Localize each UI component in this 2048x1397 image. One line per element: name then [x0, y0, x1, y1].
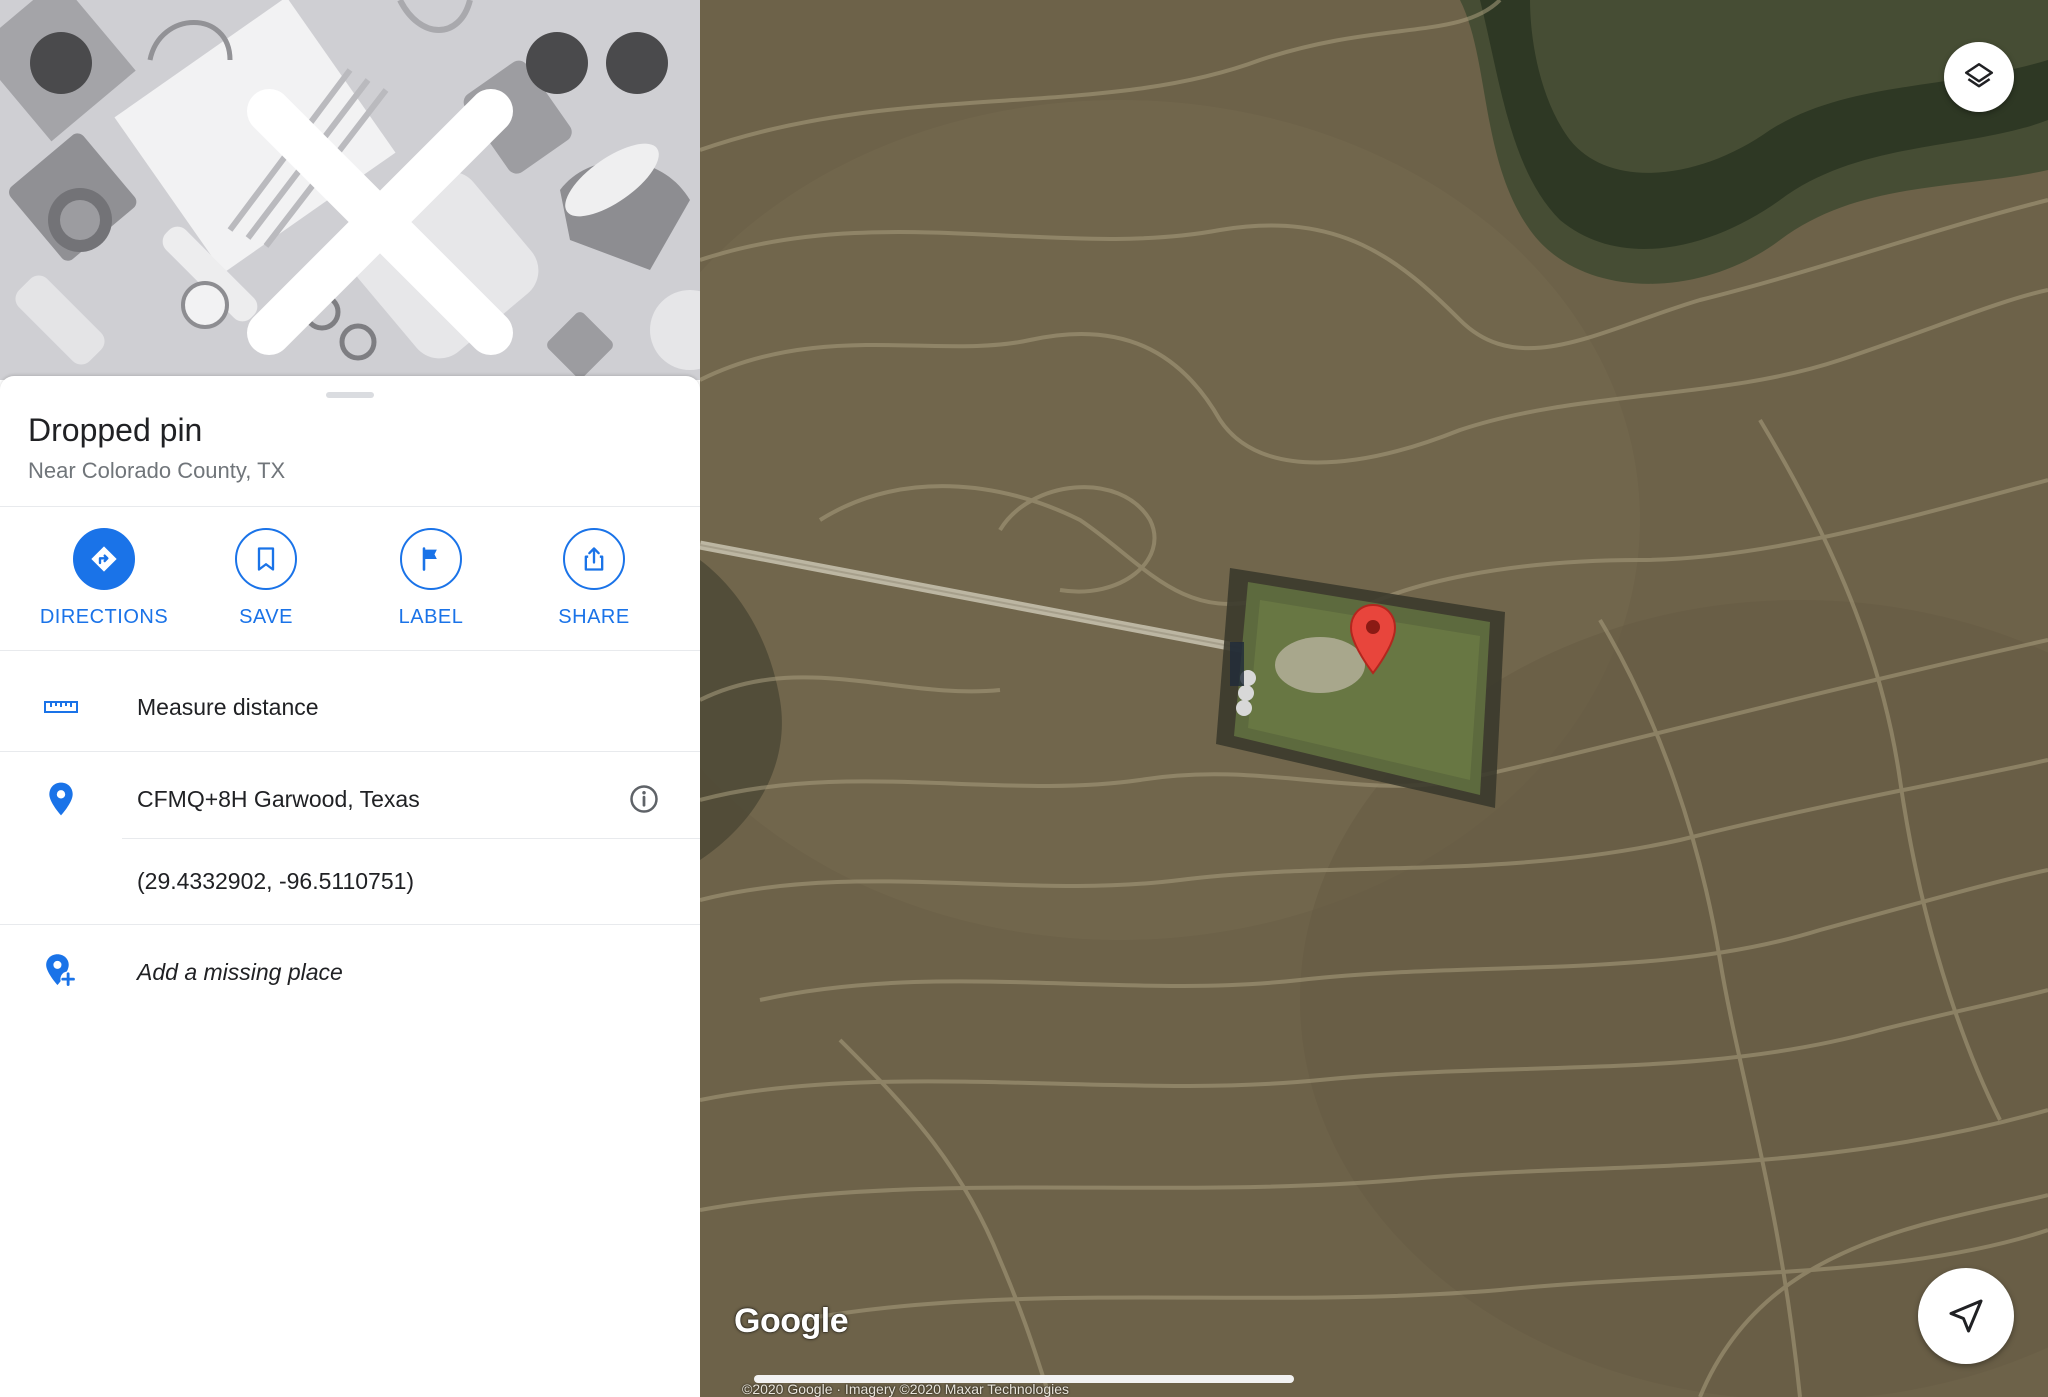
plus-code-row[interactable]: CFMQ+8H Garwood, Texas [0, 756, 700, 842]
divider [0, 924, 700, 925]
label-label: LABEL [398, 606, 464, 628]
hero-illustration [0, 0, 700, 380]
navigation-arrow-icon [1949, 1299, 1983, 1333]
home-indicator[interactable] [754, 1375, 1294, 1383]
satellite-map[interactable]: Google ©2020 Google · Imagery ©2020 Maxa… [700, 0, 2048, 1397]
label-button[interactable]: LABEL [356, 528, 506, 629]
coordinates-text[interactable]: (29.4332902, -96.5110751) [137, 868, 414, 895]
divider [0, 751, 700, 752]
add-missing-place-row[interactable]: Add a missing place [0, 929, 700, 1015]
hero-share-button[interactable] [526, 32, 588, 94]
divider [122, 838, 700, 839]
add-place-icon [46, 954, 76, 987]
drag-handle[interactable] [326, 392, 374, 398]
place-details-sheet: Dropped pin Near Colorado County, TX DIR… [0, 376, 700, 1397]
save-button[interactable]: SAVE [191, 528, 341, 629]
more-options-button[interactable] [606, 32, 668, 94]
dropped-pin-marker[interactable] [1349, 603, 1397, 675]
measure-distance-label: Measure distance [137, 693, 319, 720]
info-icon[interactable] [629, 784, 659, 814]
more-icon [606, 32, 700, 380]
directions-label: DIRECTIONS [39, 606, 169, 628]
directions-button[interactable]: DIRECTIONS [29, 528, 179, 629]
flag-icon [422, 547, 437, 571]
share-button[interactable]: SHARE [519, 528, 669, 629]
ruler-icon [44, 701, 78, 713]
share-icon [584, 547, 604, 571]
location-pin-icon [49, 782, 73, 816]
directions-icon [91, 546, 117, 572]
layers-icon [1964, 62, 1994, 88]
my-location-button[interactable] [1918, 1268, 2014, 1364]
place-subtitle: Near Colorado County, TX [28, 458, 286, 483]
measure-distance-row[interactable]: Measure distance [0, 664, 700, 750]
map-attribution: ©2020 Google · Imagery ©2020 Maxar Techn… [742, 1381, 1070, 1397]
layers-button[interactable] [1944, 42, 2014, 112]
place-title: Dropped pin [28, 412, 203, 448]
google-logo: Google [734, 1302, 849, 1340]
bookmark-icon [257, 547, 275, 571]
plus-code-label: CFMQ+8H Garwood, Texas [137, 785, 420, 812]
share-label: SHARE [558, 606, 630, 628]
divider [0, 506, 700, 507]
place-panel: Dropped pin Near Colorado County, TX DIR… [0, 0, 700, 1397]
add-missing-place-label: Add a missing place [137, 958, 343, 985]
save-label: SAVE [239, 606, 293, 628]
close-button[interactable] [30, 32, 513, 356]
divider [0, 650, 700, 651]
terrain-imagery [700, 0, 2048, 1397]
